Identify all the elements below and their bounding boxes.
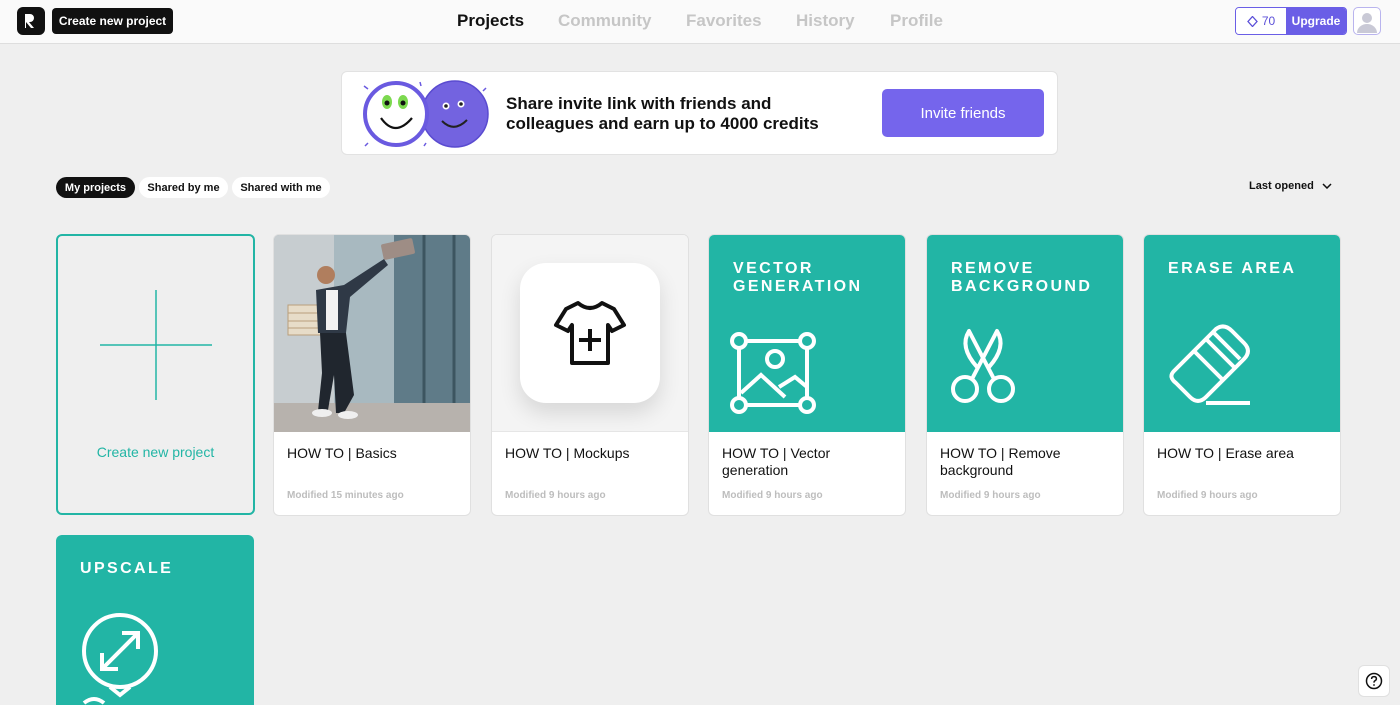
chevron-down-icon	[1322, 183, 1332, 189]
project-card-basics[interactable]: HOW TO | Basics Modified 15 minutes ago	[273, 234, 471, 516]
filter-shared-by-me[interactable]: Shared by me	[139, 177, 228, 198]
filter-shared-with-me[interactable]: Shared with me	[232, 177, 330, 198]
invite-banner-text: Share invite link with friends and colle…	[506, 94, 819, 133]
sort-label: Last opened	[1249, 180, 1314, 192]
diamond-icon	[1246, 15, 1258, 27]
thumbnail-label: VECTOR GENERATION	[733, 260, 863, 295]
question-circle-icon	[1365, 672, 1383, 690]
help-button[interactable]	[1358, 665, 1390, 697]
nav-favorites[interactable]: Favorites	[686, 11, 762, 31]
project-card-mockups[interactable]: HOW TO | Mockups Modified 9 hours ago	[491, 234, 689, 516]
invite-friends-button[interactable]: Invite friends	[882, 89, 1044, 137]
thumbnail-label: ERASE AREA	[1168, 260, 1297, 277]
plus-icon	[100, 290, 212, 400]
invite-banner: Share invite link with friends and colle…	[341, 71, 1058, 155]
credits-upgrade-group: 70 Upgrade	[1235, 7, 1347, 35]
filter-my-projects[interactable]: My projects	[56, 177, 135, 198]
user-icon	[1357, 13, 1377, 33]
create-new-project-button[interactable]: Create new project	[52, 8, 173, 34]
nav-profile[interactable]: Profile	[890, 11, 943, 31]
project-modified: Modified 9 hours ago	[505, 490, 606, 501]
project-modified: Modified 9 hours ago	[1157, 490, 1258, 501]
project-title: HOW TO | Remove background	[940, 445, 1061, 478]
create-project-label: Create new project	[96, 444, 215, 460]
project-card-vector-generation[interactable]: VECTOR GENERATION HOW TO | Vector genera…	[708, 234, 906, 516]
remove-background-thumbnail: REMOVE BACKGROUND	[927, 235, 1123, 432]
smiley-faces-illustration	[363, 80, 489, 148]
mockups-app-tile	[520, 263, 660, 403]
nav-projects[interactable]: Projects	[457, 11, 524, 31]
erase-area-thumbnail: ERASE AREA	[1144, 235, 1340, 432]
man-with-laptop-photo	[274, 235, 470, 432]
project-card-remove-background[interactable]: REMOVE BACKGROUND HOW TO | Remove backgr…	[926, 234, 1124, 516]
upscale-icon	[82, 613, 158, 705]
project-modified: Modified 9 hours ago	[940, 490, 1041, 501]
credits-value: 70	[1261, 14, 1276, 28]
main-nav: Projects Community Favorites History Pro…	[0, 0, 1400, 44]
sort-dropdown[interactable]: Last opened	[1249, 180, 1332, 192]
credits-counter[interactable]: 70	[1236, 8, 1286, 34]
thumbnail-label: REMOVE BACKGROUND	[951, 260, 1093, 295]
project-title: HOW TO | Vector generation	[722, 445, 831, 478]
vector-image-icon	[730, 332, 816, 414]
project-card-upscale[interactable]: UPSCALE	[56, 535, 254, 705]
project-title: HOW TO | Basics	[287, 445, 397, 461]
project-card-erase-area[interactable]: ERASE AREA HOW TO | Erase area Modified …	[1143, 234, 1341, 516]
thumbnail-label: UPSCALE	[80, 560, 174, 577]
eraser-icon	[1169, 324, 1250, 405]
mockups-thumbnail	[492, 235, 688, 432]
project-title: HOW TO | Erase area	[1157, 445, 1294, 461]
vector-generation-thumbnail: VECTOR GENERATION	[709, 235, 905, 432]
scissors-icon	[951, 329, 1015, 403]
nav-history[interactable]: History	[796, 11, 855, 31]
project-modified: Modified 15 minutes ago	[287, 490, 404, 501]
project-modified: Modified 9 hours ago	[722, 490, 823, 501]
top-bar: Create new project Projects Community Fa…	[0, 0, 1400, 44]
create-project-card[interactable]: Create new project	[56, 234, 255, 515]
nav-community[interactable]: Community	[558, 11, 652, 31]
tshirt-plus-icon	[554, 301, 626, 365]
upscale-thumbnail: UPSCALE	[56, 535, 254, 705]
project-title: HOW TO | Mockups	[505, 445, 630, 461]
avatar[interactable]	[1353, 7, 1381, 35]
upgrade-button[interactable]: Upgrade	[1286, 8, 1346, 34]
app-logo-icon[interactable]	[17, 7, 45, 35]
